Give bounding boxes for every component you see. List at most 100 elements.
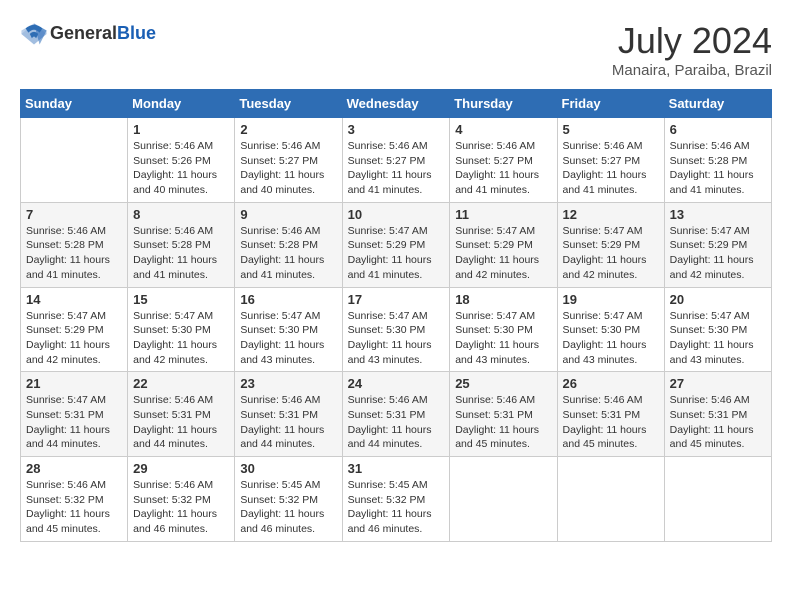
day-number: 27 <box>670 376 766 391</box>
day-number: 25 <box>455 376 551 391</box>
calendar-cell: 9Sunrise: 5:46 AMSunset: 5:28 PMDaylight… <box>235 202 342 287</box>
cell-info: Sunrise: 5:45 AMSunset: 5:32 PMDaylight:… <box>240 478 336 537</box>
cell-info: Sunrise: 5:46 AMSunset: 5:28 PMDaylight:… <box>26 224 122 283</box>
location: Manaira, Paraiba, Brazil <box>612 62 772 79</box>
day-number: 24 <box>348 376 445 391</box>
cell-info: Sunrise: 5:46 AMSunset: 5:27 PMDaylight:… <box>563 139 659 198</box>
day-number: 7 <box>26 207 122 222</box>
calendar-cell <box>450 457 557 542</box>
day-number: 17 <box>348 292 445 307</box>
calendar-cell: 18 Sunrise: 5:47 AMSunset: 5:30 PMDayligh… <box>450 287 557 372</box>
day-number: 28 <box>26 461 122 476</box>
day-number: 5 <box>563 122 659 137</box>
day-header-tuesday: Tuesday <box>235 90 342 118</box>
calendar-cell: 21Sunrise: 5:47 AMSunset: 5:31 PMDayligh… <box>21 372 128 457</box>
day-header-monday: Monday <box>128 90 235 118</box>
week-row-1: 1Sunrise: 5:46 AMSunset: 5:26 PMDaylight… <box>21 118 772 203</box>
calendar-table: SundayMondayTuesdayWednesdayThursdayFrid… <box>20 89 772 542</box>
cell-info: Sunrise: 5:46 AMSunset: 5:28 PMDaylight:… <box>670 139 766 198</box>
day-number: 10 <box>348 207 445 222</box>
logo-icon <box>20 20 48 48</box>
day-number: 1 <box>133 122 229 137</box>
calendar-cell <box>557 457 664 542</box>
calendar-cell: 6 Sunrise: 5:46 AMSunset: 5:28 PMDaylight… <box>664 118 771 203</box>
logo-blue: Blue <box>117 24 156 44</box>
day-header-saturday: Saturday <box>664 90 771 118</box>
day-number: 26 <box>563 376 659 391</box>
day-header-sunday: Sunday <box>21 90 128 118</box>
calendar-cell: 11Sunrise: 5:47 AMSunset: 5:29 PMDayligh… <box>450 202 557 287</box>
calendar-cell: 23Sunrise: 5:46 AMSunset: 5:31 PMDayligh… <box>235 372 342 457</box>
day-number: 11 <box>455 207 551 222</box>
title-block: July 2024 Manaira, Paraiba, Brazil <box>612 20 772 79</box>
day-number: 22 <box>133 376 229 391</box>
calendar-cell: 29 Sunrise: 5:46 AMSunset: 5:32 PMDayligh… <box>128 457 235 542</box>
day-number: 16 <box>240 292 336 307</box>
logo-text: General Blue <box>50 24 156 44</box>
calendar-cell: 17 Sunrise: 5:47 AMSunset: 5:30 PMDayligh… <box>342 287 450 372</box>
cell-info: Sunrise: 5:47 AMSunset: 5:30 PMDaylight:… <box>240 309 336 368</box>
day-number: 6 <box>670 122 766 137</box>
calendar-cell: 15 Sunrise: 5:47 AMSunset: 5:30 PMDayligh… <box>128 287 235 372</box>
calendar-cell: 20 Sunrise: 5:47 AMSunset: 5:30 PMDayligh… <box>664 287 771 372</box>
calendar-cell: 4 Sunrise: 5:46 AMSunset: 5:27 PMDaylight… <box>450 118 557 203</box>
cell-info: Sunrise: 5:47 AMSunset: 5:30 PMDaylight:… <box>670 309 766 368</box>
month-title: July 2024 <box>612 20 772 62</box>
day-number: 8 <box>133 207 229 222</box>
cell-info: Sunrise: 5:45 AMSunset: 5:32 PMDaylight:… <box>348 478 445 537</box>
cell-info: Sunrise: 5:47 AMSunset: 5:29 PMDaylight:… <box>26 309 122 368</box>
week-row-5: 28 Sunrise: 5:46 AMSunset: 5:32 PMDayligh… <box>21 457 772 542</box>
cell-info: Sunrise: 5:46 AMSunset: 5:27 PMDaylight:… <box>455 139 551 198</box>
cell-info: Sunrise: 5:47 AMSunset: 5:30 PMDaylight:… <box>563 309 659 368</box>
day-number: 23 <box>240 376 336 391</box>
cell-info: Sunrise: 5:47 AMSunset: 5:30 PMDaylight:… <box>455 309 551 368</box>
day-number: 29 <box>133 461 229 476</box>
day-number: 15 <box>133 292 229 307</box>
calendar-cell: 5 Sunrise: 5:46 AMSunset: 5:27 PMDaylight… <box>557 118 664 203</box>
week-row-2: 7 Sunrise: 5:46 AMSunset: 5:28 PMDaylight… <box>21 202 772 287</box>
calendar-header-row: SundayMondayTuesdayWednesdayThursdayFrid… <box>21 90 772 118</box>
cell-info: Sunrise: 5:47 AMSunset: 5:29 PMDaylight:… <box>563 224 659 283</box>
day-number: 12 <box>563 207 659 222</box>
calendar-cell: 2 Sunrise: 5:46 AMSunset: 5:27 PMDaylight… <box>235 118 342 203</box>
day-number: 19 <box>563 292 659 307</box>
calendar-cell: 14Sunrise: 5:47 AMSunset: 5:29 PMDayligh… <box>21 287 128 372</box>
cell-info: Sunrise: 5:46 AMSunset: 5:31 PMDaylight:… <box>348 393 445 452</box>
day-number: 20 <box>670 292 766 307</box>
day-number: 4 <box>455 122 551 137</box>
cell-info: Sunrise: 5:46 AMSunset: 5:31 PMDaylight:… <box>563 393 659 452</box>
cell-info: Sunrise: 5:47 AMSunset: 5:30 PMDaylight:… <box>133 309 229 368</box>
calendar-cell: 10 Sunrise: 5:47 AMSunset: 5:29 PMDayligh… <box>342 202 450 287</box>
calendar-cell: 24 Sunrise: 5:46 AMSunset: 5:31 PMDayligh… <box>342 372 450 457</box>
calendar-cell: 3Sunrise: 5:46 AMSunset: 5:27 PMDaylight… <box>342 118 450 203</box>
cell-info: Sunrise: 5:46 AMSunset: 5:28 PMDaylight:… <box>133 224 229 283</box>
calendar-cell: 30Sunrise: 5:45 AMSunset: 5:32 PMDayligh… <box>235 457 342 542</box>
cell-info: Sunrise: 5:46 AMSunset: 5:31 PMDaylight:… <box>133 393 229 452</box>
day-header-wednesday: Wednesday <box>342 90 450 118</box>
calendar-cell <box>664 457 771 542</box>
calendar-cell: 8 Sunrise: 5:46 AMSunset: 5:28 PMDaylight… <box>128 202 235 287</box>
calendar-cell <box>21 118 128 203</box>
calendar-cell: 22 Sunrise: 5:46 AMSunset: 5:31 PMDayligh… <box>128 372 235 457</box>
day-number: 2 <box>240 122 336 137</box>
cell-info: Sunrise: 5:47 AMSunset: 5:29 PMDaylight:… <box>670 224 766 283</box>
calendar-cell: 27 Sunrise: 5:46 AMSunset: 5:31 PMDayligh… <box>664 372 771 457</box>
day-header-thursday: Thursday <box>450 90 557 118</box>
calendar-cell: 12 Sunrise: 5:47 AMSunset: 5:29 PMDayligh… <box>557 202 664 287</box>
cell-info: Sunrise: 5:47 AMSunset: 5:29 PMDaylight:… <box>348 224 445 283</box>
logo: General Blue <box>20 20 156 48</box>
day-number: 31 <box>348 461 445 476</box>
cell-info: Sunrise: 5:46 AMSunset: 5:27 PMDaylight:… <box>240 139 336 198</box>
day-number: 3 <box>348 122 445 137</box>
calendar-cell: 13 Sunrise: 5:47 AMSunset: 5:29 PMDayligh… <box>664 202 771 287</box>
cell-info: Sunrise: 5:46 AMSunset: 5:31 PMDaylight:… <box>670 393 766 452</box>
day-number: 13 <box>670 207 766 222</box>
cell-info: Sunrise: 5:46 AMSunset: 5:31 PMDaylight:… <box>455 393 551 452</box>
day-header-friday: Friday <box>557 90 664 118</box>
cell-info: Sunrise: 5:46 AMSunset: 5:32 PMDaylight:… <box>133 478 229 537</box>
calendar-cell: 7 Sunrise: 5:46 AMSunset: 5:28 PMDaylight… <box>21 202 128 287</box>
cell-info: Sunrise: 5:47 AMSunset: 5:30 PMDaylight:… <box>348 309 445 368</box>
day-number: 18 <box>455 292 551 307</box>
logo-general: General <box>50 24 117 44</box>
page-header: General Blue July 2024 Manaira, Paraiba,… <box>20 20 772 79</box>
